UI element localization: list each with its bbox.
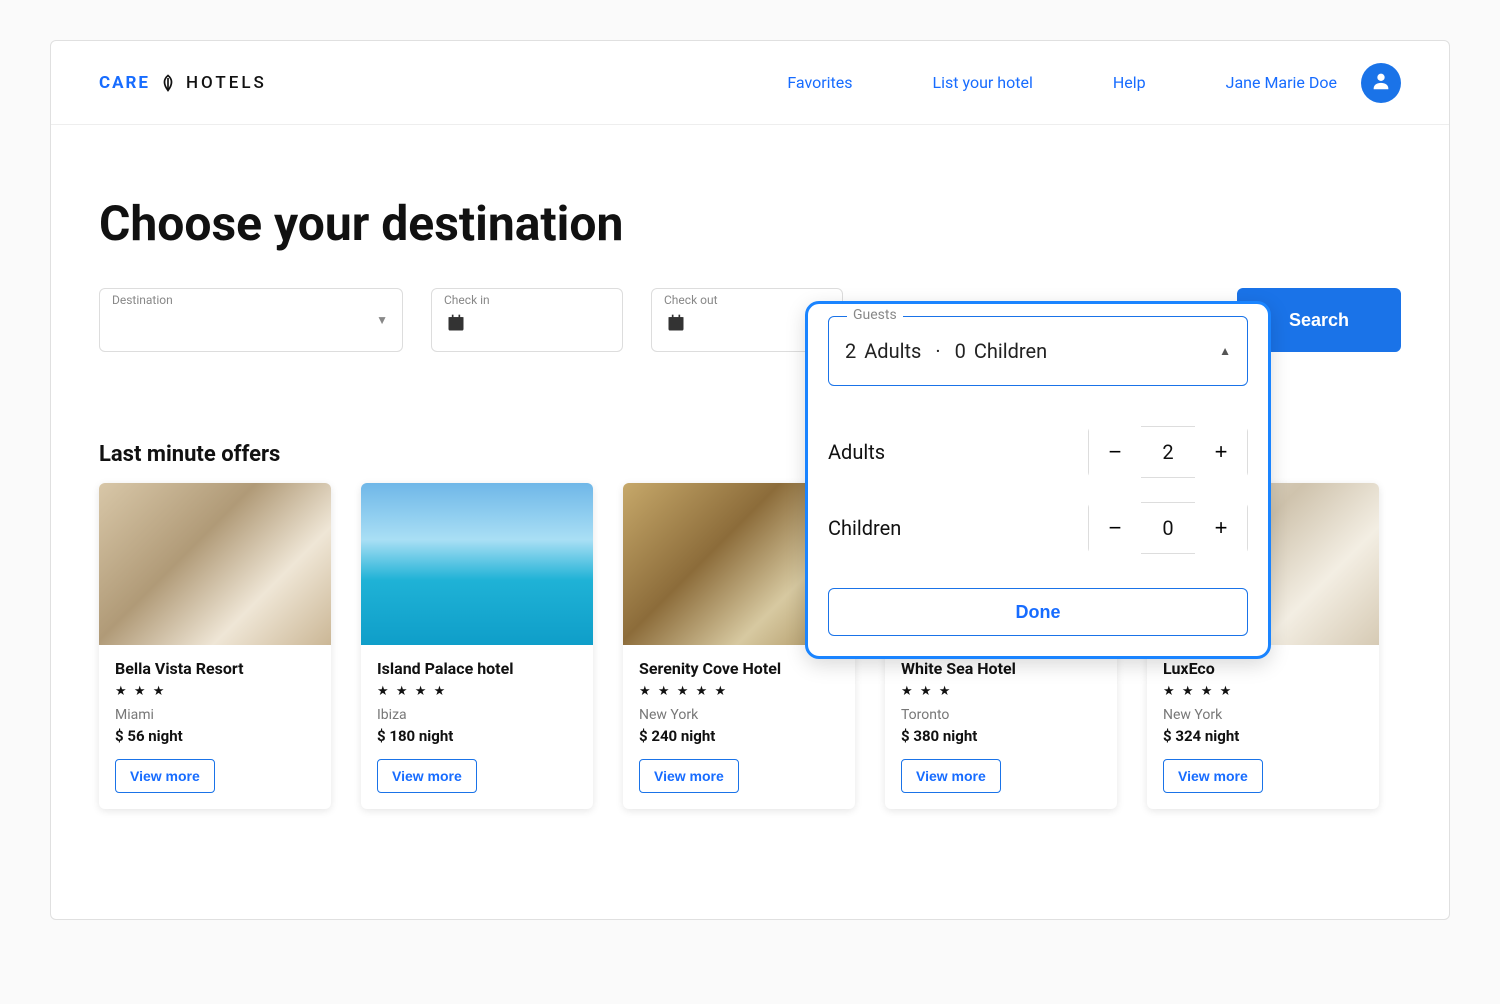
offer-image <box>99 483 331 645</box>
guests-summary-field[interactable]: Guests 2 Adults · 0 Children ▲ <box>828 316 1248 386</box>
offer-card: Island Palace hotel ★ ★ ★ ★ Ibiza $ 180 … <box>361 483 593 809</box>
offer-title: White Sea Hotel <box>901 659 1101 678</box>
brand-hotels: HOTELS <box>186 73 267 93</box>
adults-decrement[interactable]: − <box>1089 426 1141 478</box>
offer-city: Miami <box>115 707 315 723</box>
children-value: 0 <box>1141 516 1195 540</box>
offer-stars: ★ ★ ★ ★ <box>1163 684 1363 699</box>
offer-stars: ★ ★ ★ <box>115 684 315 699</box>
adults-increment[interactable]: + <box>1195 426 1247 478</box>
offer-title: LuxEco <box>1163 659 1363 678</box>
top-nav: Favorites List your hotel Help Jane Mari… <box>787 63 1401 103</box>
children-label: Children <box>828 516 901 540</box>
brand-logo[interactable]: CARE HOTELS <box>99 73 267 93</box>
children-row: Children − 0 + <box>828 490 1248 566</box>
calendar-icon <box>446 313 466 337</box>
destination-label: Destination <box>112 293 173 307</box>
view-more-button[interactable]: View more <box>377 759 477 793</box>
nav-help[interactable]: Help <box>1113 73 1146 92</box>
adults-value: 2 <box>1141 440 1195 464</box>
adults-stepper: − 2 + <box>1088 426 1248 478</box>
checkin-field[interactable]: Check in <box>431 288 623 352</box>
offer-city: Ibiza <box>377 707 577 723</box>
person-icon <box>1370 70 1392 96</box>
offer-title: Island Palace hotel <box>377 659 577 678</box>
nav-list-hotel[interactable]: List your hotel <box>933 73 1033 92</box>
children-stepper: − 0 + <box>1088 502 1248 554</box>
offer-title: Bella Vista Resort <box>115 659 315 678</box>
offer-price: $ 324 night <box>1163 727 1363 745</box>
offer-image <box>361 483 593 645</box>
offer-price: $ 240 night <box>639 727 839 745</box>
checkout-label: Check out <box>664 293 718 307</box>
separator-dot: · <box>935 339 940 363</box>
nav-favorites[interactable]: Favorites <box>787 73 852 92</box>
header: CARE HOTELS Favorites List your hotel He… <box>51 41 1449 125</box>
offer-price: $ 56 night <box>115 727 315 745</box>
calendar-icon <box>666 313 686 337</box>
offer-city: New York <box>1163 707 1363 723</box>
guests-label: Guests <box>847 307 903 323</box>
chevron-up-icon: ▲ <box>1219 344 1231 358</box>
destination-select[interactable]: Destination ▼ <box>99 288 403 352</box>
adults-row: Adults − 2 + <box>828 414 1248 490</box>
offer-city: Toronto <box>901 707 1101 723</box>
avatar[interactable] <box>1361 63 1401 103</box>
leaf-icon <box>158 73 178 93</box>
guests-popover: Guests 2 Adults · 0 Children ▲ Adults − … <box>805 301 1271 659</box>
view-more-button[interactable]: View more <box>901 759 1001 793</box>
offer-title: Serenity Cove Hotel <box>639 659 839 678</box>
chevron-down-icon: ▼ <box>376 313 388 327</box>
children-increment[interactable]: + <box>1195 502 1247 554</box>
view-more-button[interactable]: View more <box>639 759 739 793</box>
view-more-button[interactable]: View more <box>115 759 215 793</box>
user-area: Jane Marie Doe <box>1226 63 1401 103</box>
offer-card: Bella Vista Resort ★ ★ ★ Miami $ 56 nigh… <box>99 483 331 809</box>
guests-adults-count: 2 <box>845 339 856 363</box>
main: Choose your destination Destination ▼ Ch… <box>51 125 1449 809</box>
offer-price: $ 180 night <box>377 727 577 745</box>
offer-stars: ★ ★ ★ ★ <box>377 684 577 699</box>
adults-label: Adults <box>828 440 885 464</box>
view-more-button[interactable]: View more <box>1163 759 1263 793</box>
guests-done-button[interactable]: Done <box>828 588 1248 636</box>
offer-stars: ★ ★ ★ ★ ★ <box>639 684 839 699</box>
guests-adults-word: Adults <box>864 339 921 363</box>
offer-city: New York <box>639 707 839 723</box>
children-decrement[interactable]: − <box>1089 502 1141 554</box>
offer-stars: ★ ★ ★ <box>901 684 1101 699</box>
checkin-label: Check in <box>444 293 490 307</box>
guests-children-word: Children <box>974 339 1047 363</box>
guests-children-count: 0 <box>955 339 966 363</box>
user-name[interactable]: Jane Marie Doe <box>1226 73 1337 92</box>
brand-care: CARE <box>99 73 150 93</box>
page-title: Choose your destination <box>99 195 1401 252</box>
offer-price: $ 380 night <box>901 727 1101 745</box>
